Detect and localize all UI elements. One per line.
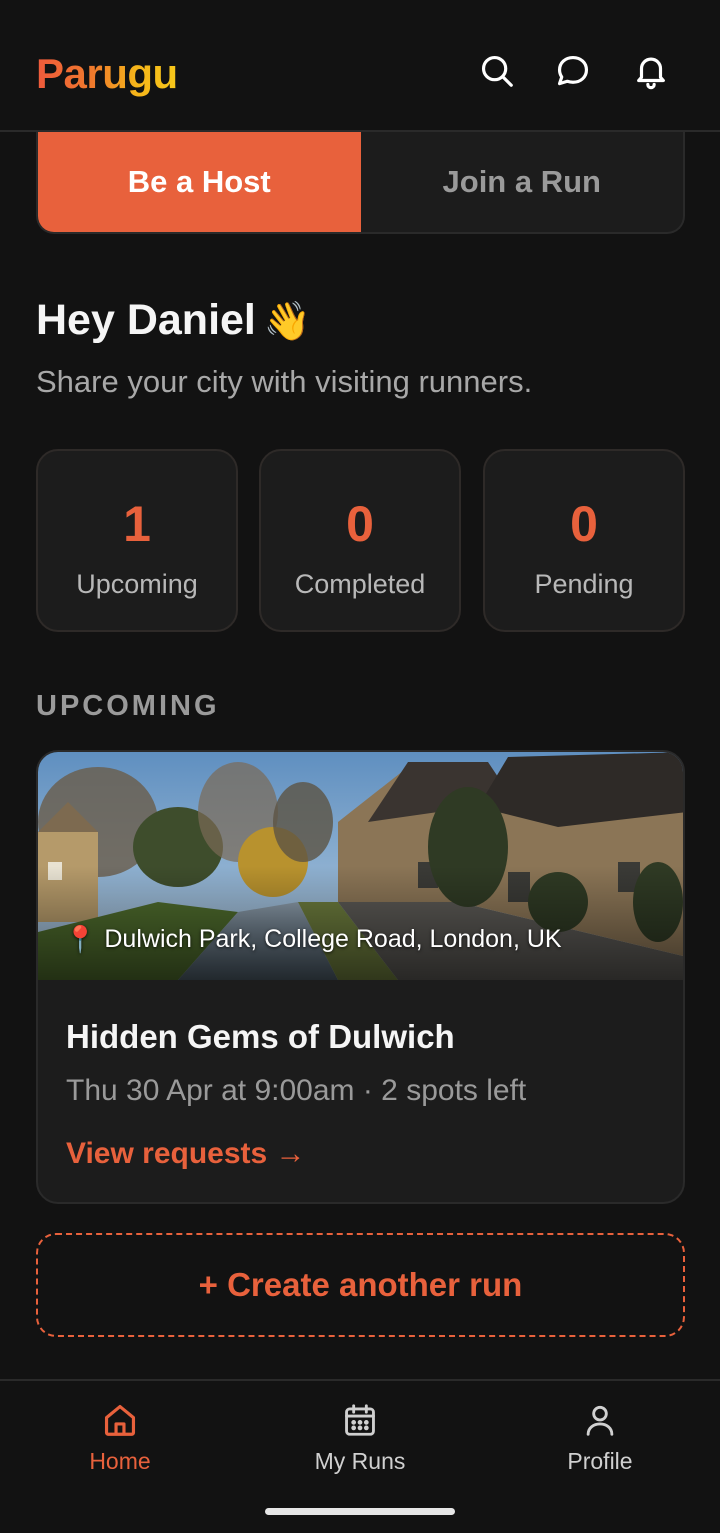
join-a-run-tab[interactable]: Join a Run: [361, 132, 684, 232]
stat-value: 0: [570, 496, 598, 552]
stat-card-completed[interactable]: 0 Completed: [259, 449, 461, 632]
run-card[interactable]: 📍 Dulwich Park, College Road, London, UK…: [36, 750, 685, 1204]
app-header: Parugu: [0, 0, 720, 132]
stat-card-pending[interactable]: 0 Pending: [483, 449, 685, 632]
tab-profile[interactable]: Profile: [520, 1381, 680, 1475]
location-pin-icon: 📍: [64, 924, 97, 954]
bell-icon[interactable]: [630, 50, 672, 92]
create-run-button[interactable]: + Create another run: [36, 1233, 685, 1337]
home-icon: [104, 1404, 136, 1436]
stat-value: 1: [123, 496, 151, 552]
tab-label: Profile: [567, 1448, 633, 1474]
person-icon: [586, 1405, 614, 1436]
run-location: 📍 Dulwich Park, College Road, London, UK: [64, 924, 562, 955]
app-logo: Parugu: [36, 50, 178, 97]
tab-label: Home: [89, 1448, 151, 1474]
stat-label: Upcoming: [76, 569, 198, 599]
tab-home[interactable]: Home: [40, 1381, 200, 1475]
view-requests-link[interactable]: View requests →: [66, 1137, 306, 1171]
home-indicator[interactable]: [265, 1508, 455, 1515]
greeting-text: Hey Daniel: [36, 296, 256, 344]
run-meta: Thu 30 Apr at 9:00am · 2 spots left: [66, 1074, 527, 1107]
be-a-host-tab[interactable]: Be a Host: [38, 132, 361, 232]
run-title: Hidden Gems of Dulwich: [66, 1018, 455, 1055]
wave-emoji: 👋: [263, 301, 312, 343]
greeting-heading: Hey Daniel 👋: [36, 296, 311, 345]
search-icon[interactable]: [476, 50, 518, 92]
role-toggle: Be a Host Join a Run: [36, 132, 685, 234]
upcoming-section-label: UPCOMING: [36, 690, 220, 722]
greeting-subtitle: Share your city with visiting runners.: [36, 364, 533, 399]
tab-my-runs[interactable]: My Runs: [280, 1381, 440, 1475]
stat-card-upcoming[interactable]: 1 Upcoming: [36, 449, 238, 632]
calendar-icon: [345, 1404, 375, 1436]
stat-value: 0: [346, 496, 374, 552]
chat-icon[interactable]: [552, 50, 594, 92]
stat-label: Pending: [534, 569, 634, 599]
stat-label: Completed: [294, 569, 426, 599]
tab-label: My Runs: [314, 1448, 406, 1474]
run-location-text: Dulwich Park, College Road, London, UK: [104, 925, 562, 953]
